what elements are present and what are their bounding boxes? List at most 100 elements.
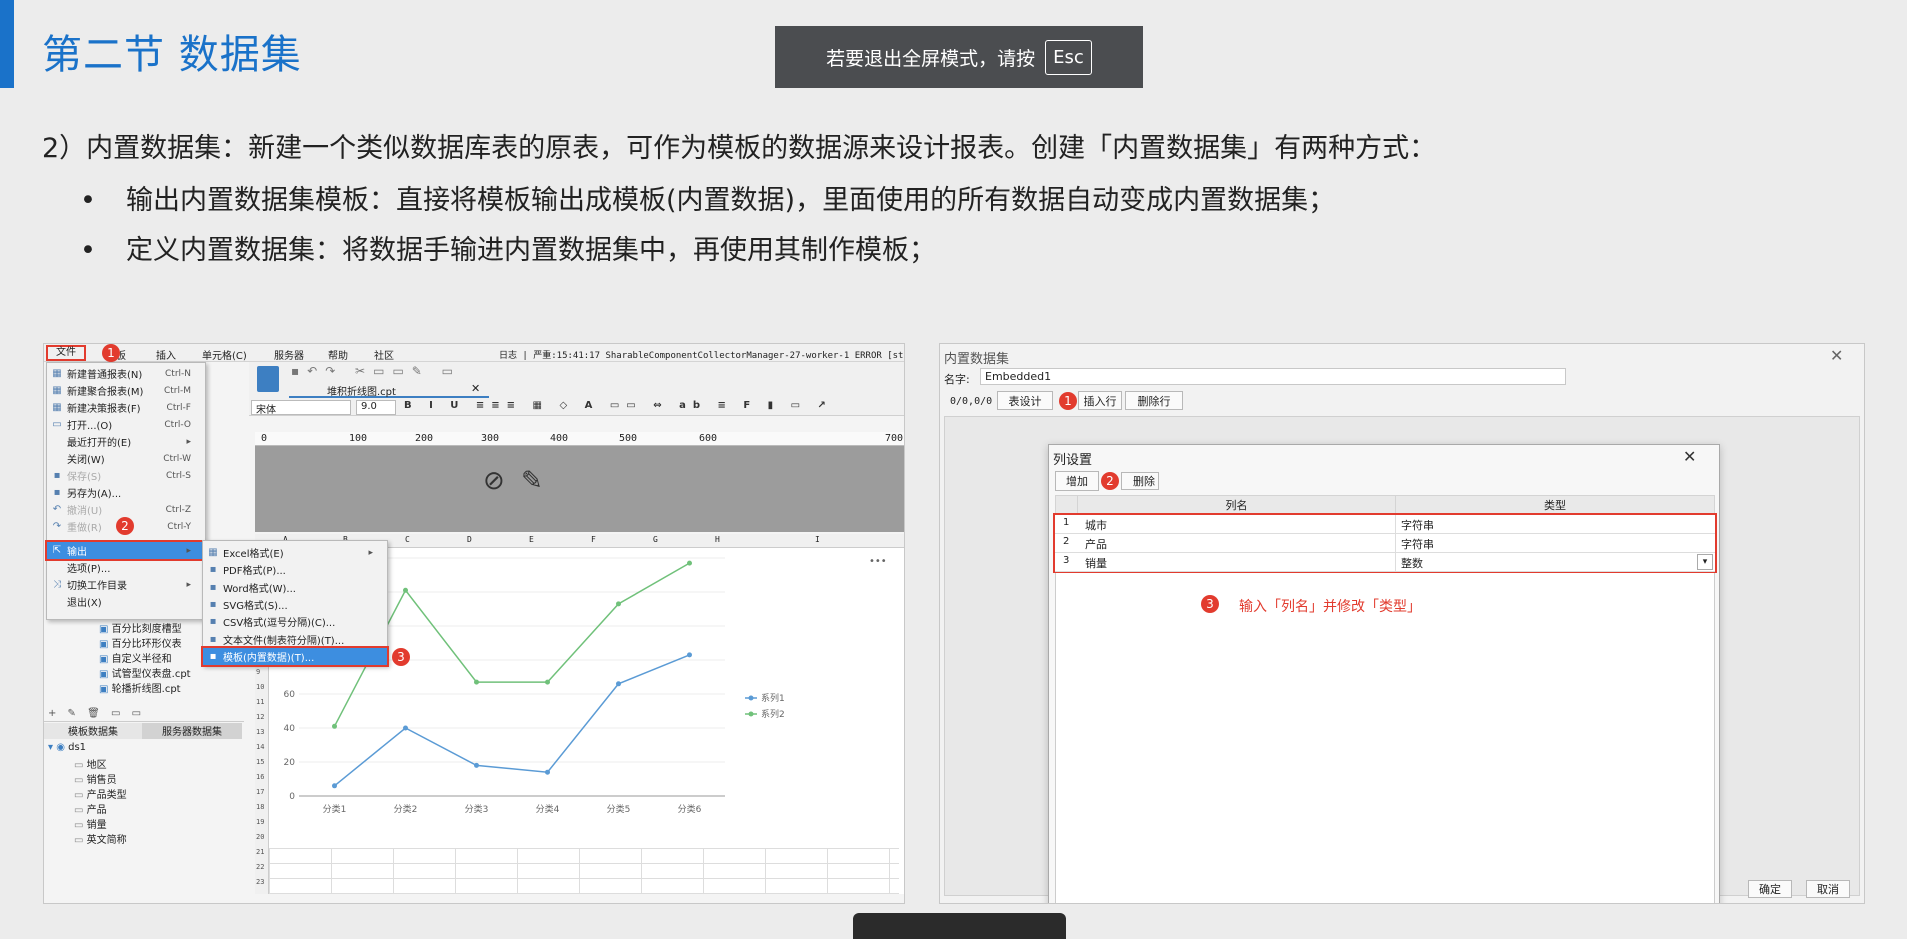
template-file-item[interactable]: ▣ 试管型仪表盘.cpt xyxy=(99,665,191,680)
menu-item-shortcut: Ctrl-N xyxy=(165,368,191,379)
file-menu-item[interactable]: 关闭(W) Ctrl-W xyxy=(47,450,205,467)
dataset-name-input[interactable]: Embedded1 xyxy=(980,368,1566,385)
table-row[interactable]: 1 城市 字符串 xyxy=(1055,515,1715,534)
file-menu-item[interactable]: ▦ 新建决策报表(F) Ctrl-F xyxy=(47,399,205,416)
table-design-button[interactable]: 表设计 xyxy=(997,391,1053,410)
export-menu-item[interactable]: ▦ Excel格式(E) ▸ xyxy=(203,544,387,561)
export-menu-item[interactable]: ▪ Word格式(W)... xyxy=(203,579,387,596)
menu-insert[interactable]: 插入 xyxy=(156,347,176,362)
row-number: 19 xyxy=(256,818,265,826)
menu-help[interactable]: 帮助 xyxy=(328,347,348,362)
cell-divider xyxy=(1395,553,1396,572)
x-tick-label: 分类6 xyxy=(678,803,702,815)
dataset-field-item[interactable]: ▭ 产品 xyxy=(74,801,107,816)
column-type-cell[interactable]: 整数 xyxy=(1401,555,1423,571)
menu-server[interactable]: 服务器 xyxy=(274,347,304,362)
tab-server-dataset[interactable]: 服务器数据集 xyxy=(142,723,242,739)
export-menu-item[interactable]: ▪ 模板(内置数据)(T)... xyxy=(201,645,389,667)
dataset-field-item[interactable]: ▭ 销量 xyxy=(74,816,107,831)
file-menu-item[interactable]: ↶ 撤消(U) Ctrl-Z xyxy=(47,501,205,518)
instruction-text: 输入「列名」并修改「类型」 xyxy=(1239,599,1421,615)
menu-item-label: CSV格式(逗号分隔)(C)... xyxy=(223,618,336,630)
file-menu-item[interactable]: ⇱ 输出 ▸ xyxy=(45,540,207,561)
file-menu-item[interactable]: 退出(X) xyxy=(47,593,205,610)
file-menu-item[interactable]: 最近打开的(E) ▸ xyxy=(47,433,205,450)
row-number: 17 xyxy=(256,788,265,796)
row-number: 22 xyxy=(256,863,265,871)
designer-menubar: 文件 模板 插入 单元格(C) 服务器 帮助 社区 日志 | 严重:15:41:… xyxy=(44,344,904,362)
file-menu-item[interactable]: ▪ 保存(S) Ctrl-S xyxy=(47,467,205,484)
menu-item-icon: ▪ xyxy=(209,564,217,576)
file-name: 百分比环形仪表 xyxy=(111,639,182,650)
esc-notice-text: 若要退出全屏模式，请按 xyxy=(826,47,1036,70)
column-type-cell[interactable]: 字符串 xyxy=(1401,536,1434,552)
cell-divider xyxy=(1395,515,1396,534)
export-menu-item[interactable]: ▪ CSV格式(逗号分隔)(C)... xyxy=(203,613,387,630)
font-size-select[interactable]: 9.0 xyxy=(356,400,396,415)
column-name-cell[interactable]: 城市 xyxy=(1085,517,1107,533)
template-icon[interactable] xyxy=(257,366,279,392)
more-options-icon: ••• xyxy=(869,556,887,567)
intro-paragraph: 2）内置数据集：新建一个类似数据库表的原表，可作为模板的数据源来设计报表。创建「… xyxy=(42,133,1437,164)
data-point xyxy=(616,681,621,687)
close-icon[interactable]: ✕ xyxy=(471,382,480,395)
dataset-field-item[interactable]: ▭ 产品类型 xyxy=(74,786,127,801)
column-name-cell[interactable]: 销量 xyxy=(1085,555,1107,571)
insert-row-button[interactable]: 插入行 xyxy=(1078,391,1122,410)
menu-cell[interactable]: 单元格(C) xyxy=(202,347,247,362)
field-icon: ▭ xyxy=(74,775,87,786)
hide-eye-icon[interactable]: ⊘ xyxy=(483,466,505,496)
dataset-toolbar: + ✎ 🗑 ▭ ▭ xyxy=(44,708,244,722)
title-accent-bar xyxy=(0,0,14,88)
file-menu-item[interactable]: ▭ 打开...(O) Ctrl-O xyxy=(47,416,205,433)
menu-file[interactable]: 文件 xyxy=(46,345,86,361)
add-column-button[interactable]: 增加 xyxy=(1055,471,1099,491)
tab-template-dataset[interactable]: 模板数据集 xyxy=(44,723,142,739)
template-file-item[interactable]: ▣ 自定义半径和 xyxy=(99,650,172,665)
data-point xyxy=(687,560,692,566)
template-file-item[interactable]: ▣ 百分比环形仪表 xyxy=(99,635,182,650)
file-menu-item[interactable]: ▪ 另存为(A)... xyxy=(47,484,205,501)
dataset-field-item[interactable]: ▭ 英文简称 xyxy=(74,831,127,846)
cancel-button[interactable]: 取消 xyxy=(1806,880,1850,898)
file-menu-item[interactable]: ▦ 新建普通报表(N) Ctrl-N xyxy=(47,365,205,382)
font-name-select[interactable]: 宋体 xyxy=(251,400,351,416)
tab-stacked-line[interactable]: 堆积折线图.cpt ✕ xyxy=(289,382,489,398)
menu-item-label: 文本文件(制表符分隔)(T)... xyxy=(223,635,345,647)
column-type-cell[interactable]: 字符串 xyxy=(1401,517,1434,533)
dataset-node[interactable]: ▾ ◉ ds1 xyxy=(48,742,86,753)
data-point xyxy=(545,679,550,685)
bottom-taskbar-tab[interactable] xyxy=(853,913,1066,939)
series-line xyxy=(334,654,690,787)
file-menu-item[interactable]: ⤨ 切换工作目录 ▸ xyxy=(47,576,205,593)
data-point xyxy=(616,601,621,607)
delete-column-button[interactable]: 删除 xyxy=(1121,472,1159,490)
file-menu-item[interactable]: 选项(P)... xyxy=(47,559,205,576)
edit-pencil-icon[interactable]: ✎ xyxy=(521,466,543,496)
file-menu-item[interactable]: ▦ 新建聚合报表(M) Ctrl-M xyxy=(47,382,205,399)
dataset-field-item[interactable]: ▭ 销售员 xyxy=(74,771,117,786)
menu-item-label: 新建聚合报表(M) xyxy=(67,387,144,398)
close-icon[interactable]: ✕ xyxy=(1830,346,1843,365)
export-menu-item[interactable]: ▪ PDF格式(P)... xyxy=(203,561,387,578)
menu-item-shortcut: ▸ xyxy=(186,436,191,447)
column-name-cell[interactable]: 产品 xyxy=(1085,536,1107,552)
template-file-item[interactable]: ▣ 轮播折线图.cpt xyxy=(99,680,181,695)
close-icon[interactable]: ✕ xyxy=(1683,447,1696,466)
file-name: 轮播折线图.cpt xyxy=(111,684,181,695)
menu-item-label: PDF格式(P)... xyxy=(223,566,286,578)
chevron-down-icon[interactable]: ▾ xyxy=(1697,554,1713,570)
export-menu-item[interactable]: ▪ SVG格式(S)... xyxy=(203,596,387,613)
table-row[interactable]: 2 产品 字符串 xyxy=(1055,534,1715,553)
menu-community[interactable]: 社区 xyxy=(374,347,394,362)
export-menu-item[interactable]: ▪ 文本文件(制表符分隔)(T)... xyxy=(203,631,387,648)
dataset-field-item[interactable]: ▭ 地区 xyxy=(74,756,107,771)
ok-button[interactable]: 确定 xyxy=(1748,880,1792,898)
delete-row-button[interactable]: 删除行 xyxy=(1125,391,1183,410)
file-name: 自定义半径和 xyxy=(111,654,172,665)
dataset-screenshot: 内置数据集 ✕ 名字: Embedded1 0/0,0/0 表设计 1 插入行 … xyxy=(939,343,1865,904)
template-file-item[interactable]: ▣ 百分比刻度槽型 xyxy=(99,620,182,635)
y-tick-label: 20 xyxy=(284,758,296,768)
header-column-name: 列名 xyxy=(1077,495,1396,514)
table-row[interactable]: 3 销量 整数 ▾ xyxy=(1055,553,1715,572)
